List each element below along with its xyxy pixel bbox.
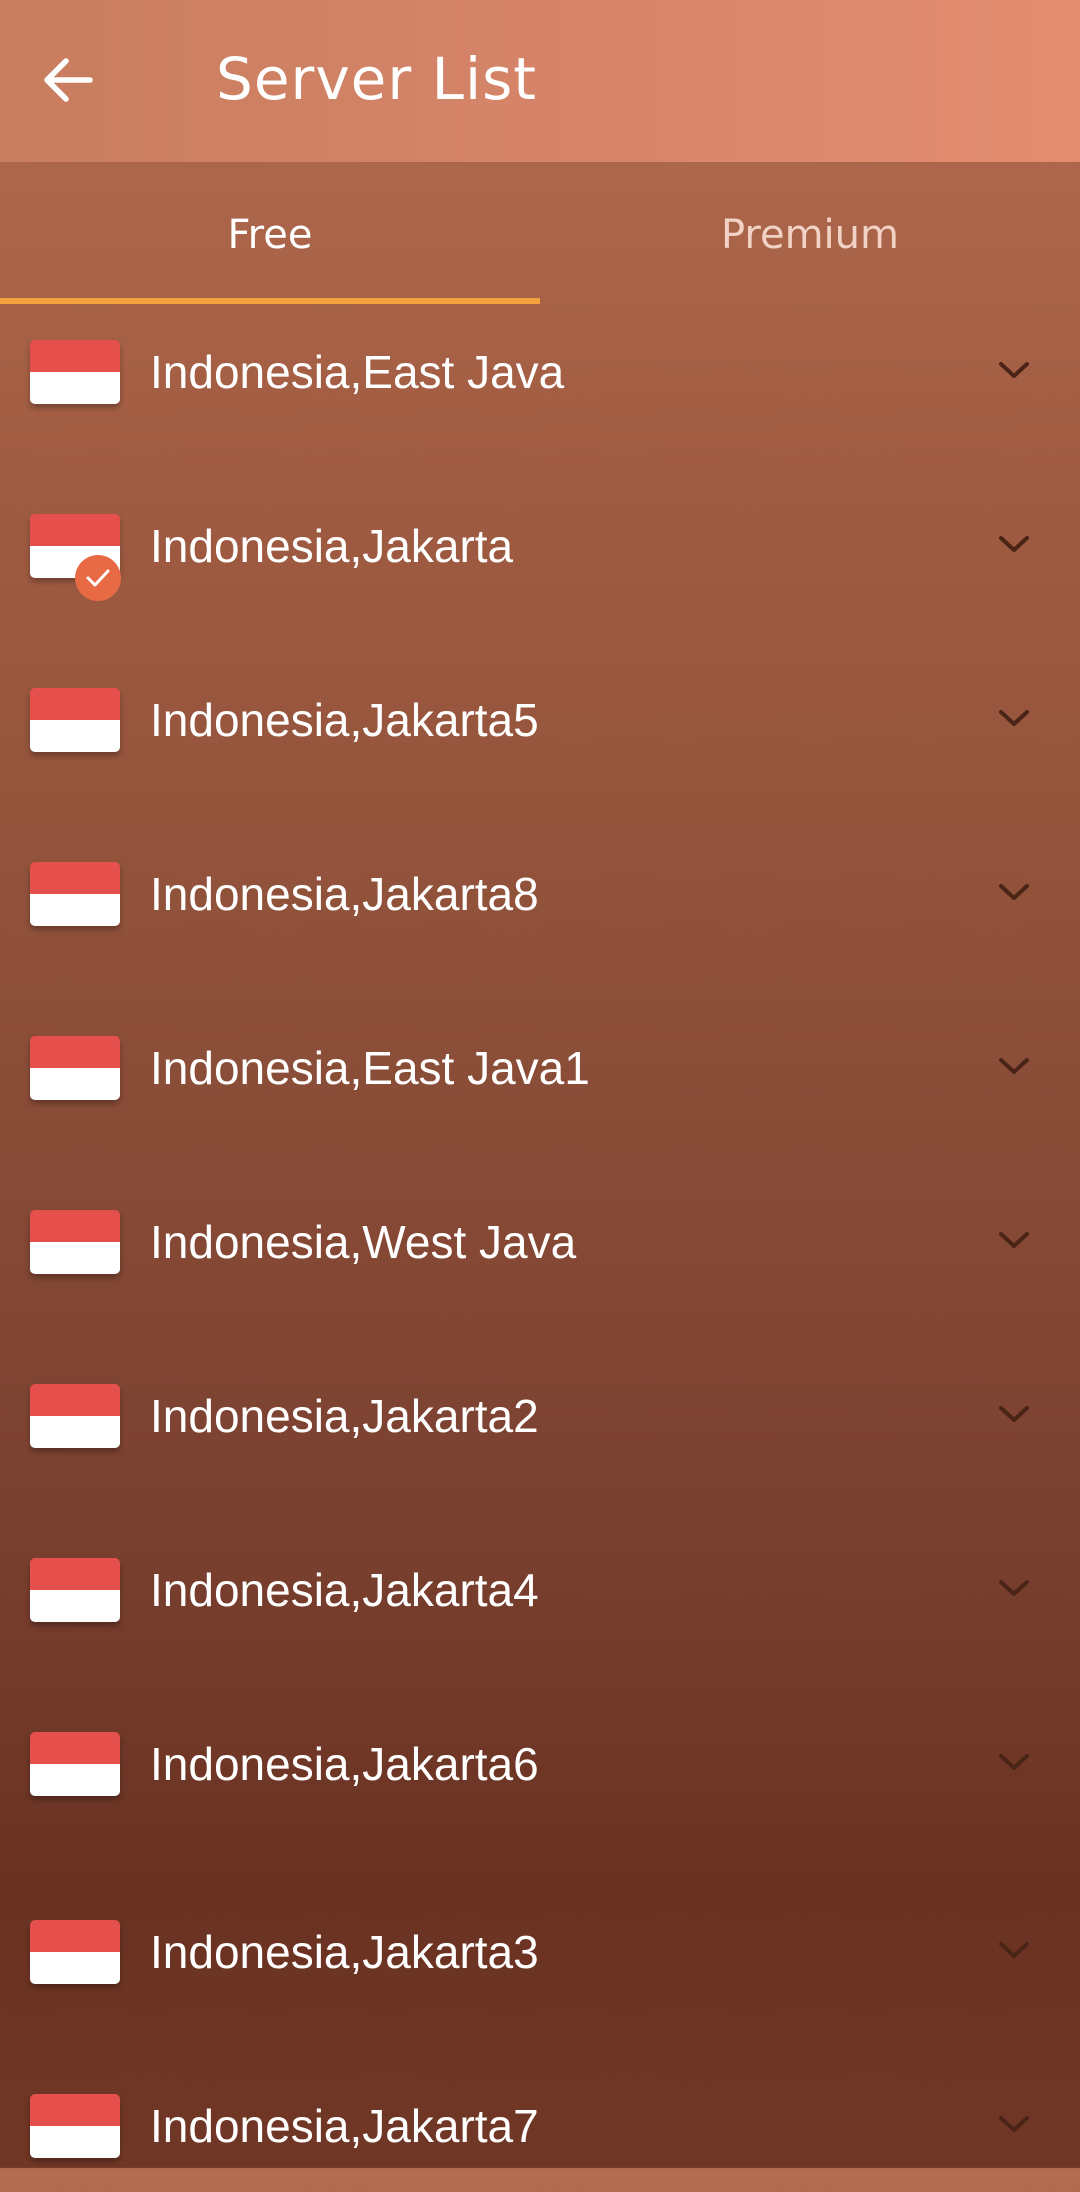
server-name: Indonesia,West Java bbox=[150, 1216, 577, 1268]
app-bar: Server List bbox=[0, 0, 1080, 162]
tab-bar: Free Premium bbox=[0, 162, 1080, 308]
selected-check-icon bbox=[75, 555, 121, 601]
indonesia-flag-icon bbox=[30, 862, 120, 926]
server-row[interactable]: Indonesia,Jakarta2 bbox=[0, 1352, 1080, 1482]
server-row[interactable]: Indonesia,East Java bbox=[0, 308, 1080, 438]
chevron-down-icon[interactable] bbox=[996, 530, 1032, 558]
tab-premium[interactable]: Premium bbox=[540, 162, 1080, 308]
chevron-down-icon[interactable] bbox=[996, 2110, 1032, 2138]
arrow-left-icon bbox=[44, 58, 93, 102]
indonesia-flag-icon bbox=[30, 1036, 120, 1100]
server-row[interactable]: Indonesia,Jakarta5 bbox=[0, 656, 1080, 786]
chevron-down-icon[interactable] bbox=[996, 1574, 1032, 1602]
server-name: Indonesia,Jakarta5 bbox=[150, 694, 539, 746]
chevron-down-icon[interactable] bbox=[996, 704, 1032, 732]
server-row[interactable]: Indonesia,Jakarta4 bbox=[0, 1526, 1080, 1656]
indonesia-flag-icon bbox=[30, 1210, 120, 1274]
server-name: Indonesia,Jakarta7 bbox=[150, 2100, 539, 2152]
tab-indicator bbox=[0, 298, 540, 304]
indonesia-flag-icon bbox=[30, 1384, 120, 1448]
server-name: Indonesia,Jakarta2 bbox=[150, 1390, 539, 1442]
server-row[interactable]: Indonesia,Jakarta6 bbox=[0, 1700, 1080, 1830]
server-row[interactable]: Indonesia,Jakarta3 bbox=[0, 1888, 1080, 2018]
server-row[interactable]: Indonesia,Jakarta7 bbox=[0, 2062, 1080, 2192]
server-row[interactable]: Indonesia,Jakarta bbox=[0, 482, 1080, 612]
chevron-down-icon[interactable] bbox=[996, 1400, 1032, 1428]
chevron-down-icon[interactable] bbox=[996, 1936, 1032, 1964]
server-name: Indonesia,Jakarta8 bbox=[150, 868, 539, 920]
server-name: Indonesia,Jakarta bbox=[150, 520, 514, 572]
chevron-down-icon[interactable] bbox=[996, 356, 1032, 384]
server-row[interactable]: Indonesia,East Java1 bbox=[0, 1004, 1080, 1134]
indonesia-flag-icon bbox=[30, 1920, 120, 1984]
chevron-down-icon[interactable] bbox=[996, 1226, 1032, 1254]
indonesia-flag-icon bbox=[30, 1732, 120, 1796]
chevron-down-icon[interactable] bbox=[996, 878, 1032, 906]
indonesia-flag-icon bbox=[30, 2094, 120, 2158]
indonesia-flag-icon bbox=[30, 688, 120, 752]
server-name: Indonesia,East Java bbox=[150, 346, 565, 398]
server-row[interactable]: Indonesia,West Java bbox=[0, 1178, 1080, 1308]
server-name: Indonesia,Jakarta6 bbox=[150, 1738, 539, 1790]
back-button[interactable] bbox=[40, 42, 126, 118]
server-row[interactable]: Indonesia,Jakarta8 bbox=[0, 830, 1080, 960]
page-title: Server List bbox=[216, 45, 538, 113]
server-name: Indonesia,Jakarta3 bbox=[150, 1926, 539, 1978]
server-name: Indonesia,East Java1 bbox=[150, 1042, 590, 1094]
chevron-down-icon[interactable] bbox=[996, 1748, 1032, 1776]
chevron-down-icon[interactable] bbox=[996, 1052, 1032, 1080]
indonesia-flag-icon bbox=[30, 1558, 120, 1622]
tab-free[interactable]: Free bbox=[0, 162, 540, 308]
indonesia-flag-icon bbox=[30, 340, 120, 404]
server-name: Indonesia,Jakarta4 bbox=[150, 1564, 539, 1616]
